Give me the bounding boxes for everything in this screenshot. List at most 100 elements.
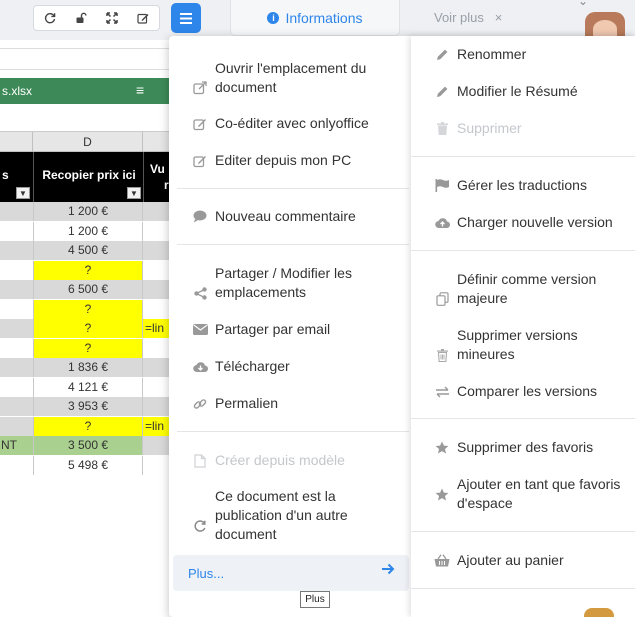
table-row: 3 953 € bbox=[0, 397, 180, 416]
table-cell[interactable] bbox=[0, 280, 33, 299]
table-cell[interactable] bbox=[0, 319, 33, 338]
menu-item-create-from-template: Créer depuis modèle bbox=[191, 451, 345, 470]
table-row: ? =lin bbox=[0, 319, 180, 338]
voir-plus-label: Voir plus bbox=[434, 10, 484, 25]
spreadsheet-preview: s.xlsx ≡ D s ▼ Recopier prix ici ▼ Vu r … bbox=[0, 40, 180, 617]
header-cell-text: Recopier prix ici bbox=[42, 168, 136, 182]
menu-item-label: Charger nouvelle version bbox=[457, 214, 613, 230]
table-row: 6 500 € bbox=[0, 280, 180, 299]
menu-item-delete: Supprimer bbox=[433, 119, 522, 138]
table-cell[interactable]: 4 500 € bbox=[33, 241, 143, 260]
table-cell[interactable] bbox=[0, 260, 33, 280]
menu-item-label: Ajouter au panier bbox=[457, 552, 564, 568]
menu-item-add-to-basket[interactable]: Ajouter au panier bbox=[433, 551, 564, 570]
filter-dropdown-icon[interactable]: ▼ bbox=[16, 187, 30, 199]
tab-informations[interactable]: i Informations bbox=[230, 0, 400, 36]
table-cell[interactable] bbox=[0, 377, 33, 397]
column-header bbox=[0, 132, 33, 152]
table-cell[interactable] bbox=[0, 338, 33, 358]
menu-divider bbox=[411, 418, 635, 419]
star-icon bbox=[433, 488, 451, 501]
pencil-icon bbox=[433, 85, 451, 98]
table-cell[interactable] bbox=[0, 202, 33, 221]
table-cell[interactable]: 4 121 € bbox=[33, 377, 143, 397]
menu-item-delete-minor-versions[interactable]: Supprimer versions mineures bbox=[433, 326, 623, 364]
menu-item-new-comment[interactable]: Nouveau commentaire bbox=[191, 207, 356, 226]
fullscreen-icon[interactable] bbox=[101, 8, 123, 28]
menu-divider bbox=[411, 588, 635, 589]
trash-icon bbox=[433, 348, 451, 362]
menu-item-share-email[interactable]: Partager par email bbox=[191, 320, 330, 339]
menu-item-add-space-favorites[interactable]: Ajouter en tant que favoris d'espace bbox=[433, 475, 633, 513]
table-cell[interactable]: ? bbox=[33, 319, 143, 338]
table-cell[interactable]: 1 200 € bbox=[33, 202, 143, 221]
table-row: 1 836 € bbox=[0, 358, 180, 377]
table-cell[interactable] bbox=[0, 397, 33, 416]
menu-divider bbox=[177, 188, 409, 189]
menu-item-plus[interactable]: Plus... bbox=[173, 555, 409, 591]
menu-item-label: Partager / Modifier les emplacements bbox=[215, 265, 352, 300]
menu-item-permalink[interactable]: Permalien bbox=[191, 394, 278, 413]
menu-item-label: Télécharger bbox=[215, 358, 290, 374]
menu-item-label: Comparer les versions bbox=[457, 383, 598, 399]
table-cell[interactable]: 6 500 € bbox=[33, 280, 143, 299]
pencil-icon bbox=[433, 48, 451, 61]
menu-item-rename[interactable]: Renommer bbox=[433, 45, 526, 64]
menu-item-publication-of-other[interactable]: Ce document est la publication d'un autr… bbox=[191, 487, 391, 544]
menu-item-share-locations[interactable]: Partager / Modifier les emplacements bbox=[191, 264, 391, 302]
table-cell[interactable]: NT bbox=[0, 436, 33, 455]
menu-item-download[interactable]: Télécharger bbox=[191, 357, 290, 376]
filter-dropdown-icon[interactable]: ▼ bbox=[127, 187, 141, 199]
avatar[interactable] bbox=[584, 608, 614, 617]
hamburger-icon[interactable]: ≡ bbox=[136, 82, 144, 98]
voir-plus-link[interactable]: Voir plus × bbox=[434, 10, 502, 25]
menu-item-label: Supprimer bbox=[457, 120, 522, 136]
table-cell[interactable]: 1 200 € bbox=[33, 221, 143, 241]
share-icon bbox=[191, 286, 209, 300]
actions-menu-button[interactable] bbox=[171, 3, 201, 33]
trash-icon bbox=[433, 122, 451, 135]
avatar[interactable] bbox=[585, 12, 625, 38]
menu-item-edit-from-pc[interactable]: Editer depuis mon PC bbox=[191, 151, 351, 170]
menu-item-compare-versions[interactable]: Comparer les versions bbox=[433, 382, 597, 401]
menu-item-label: Ce document est la publication d'un autr… bbox=[215, 488, 348, 542]
hamburger-icon bbox=[180, 12, 192, 24]
menu-divider bbox=[177, 244, 409, 245]
table-cell[interactable] bbox=[0, 299, 33, 319]
table-cell[interactable]: ? bbox=[33, 338, 143, 358]
table-cell[interactable]: ? bbox=[33, 260, 143, 280]
table-row: ? bbox=[0, 299, 180, 319]
actions-dropdown: Ouvrir l'emplacement du document Co-édit… bbox=[169, 36, 635, 617]
menu-item-coedit-onlyoffice[interactable]: Co-éditer avec onlyoffice bbox=[191, 114, 369, 133]
table-cell[interactable]: ? bbox=[33, 299, 143, 319]
table-cell[interactable] bbox=[0, 221, 33, 241]
menu-item-remove-favorites[interactable]: Supprimer des favoris bbox=[433, 438, 593, 457]
table-cell[interactable]: ? bbox=[33, 416, 143, 436]
table-cell[interactable]: 3 500 € bbox=[33, 436, 143, 455]
menu-item-edit-summary[interactable]: Modifier le Résumé bbox=[433, 82, 578, 101]
menu-item-label: Nouveau commentaire bbox=[215, 208, 356, 224]
table-row: 1 200 € bbox=[0, 202, 180, 221]
menu-item-upload-new-version[interactable]: Charger nouvelle version bbox=[433, 213, 613, 232]
table-cell[interactable]: 5 498 € bbox=[33, 455, 143, 475]
table-cell[interactable] bbox=[0, 241, 33, 260]
unlock-icon[interactable] bbox=[70, 8, 92, 28]
document-toolbar: i Informations Voir plus × ⌄ bbox=[0, 0, 635, 40]
menu-item-set-major-version[interactable]: Définir comme version majeure bbox=[433, 270, 623, 308]
table-cell[interactable] bbox=[0, 455, 33, 475]
menu-item-open-location[interactable]: Ouvrir l'emplacement du document bbox=[191, 59, 391, 97]
menu-divider bbox=[411, 250, 635, 251]
refresh-icon[interactable] bbox=[39, 8, 61, 28]
table-cell[interactable]: 1 836 € bbox=[33, 358, 143, 377]
table-row: 4 121 € bbox=[0, 377, 180, 397]
table-cell[interactable] bbox=[0, 416, 33, 436]
copy-icon bbox=[433, 292, 451, 306]
chevron-down-icon[interactable]: ⌄ bbox=[578, 0, 588, 8]
table-cell[interactable] bbox=[0, 358, 33, 377]
edit-icon[interactable] bbox=[132, 8, 154, 28]
table-cell[interactable]: 3 953 € bbox=[33, 397, 143, 416]
table-row: NT 3 500 € bbox=[0, 436, 180, 455]
menu-item-label: Créer depuis modèle bbox=[215, 452, 345, 468]
menu-item-label: Ajouter en tant que favoris d'espace bbox=[457, 476, 621, 511]
menu-item-manage-translations[interactable]: Gérer les traductions bbox=[433, 176, 587, 195]
